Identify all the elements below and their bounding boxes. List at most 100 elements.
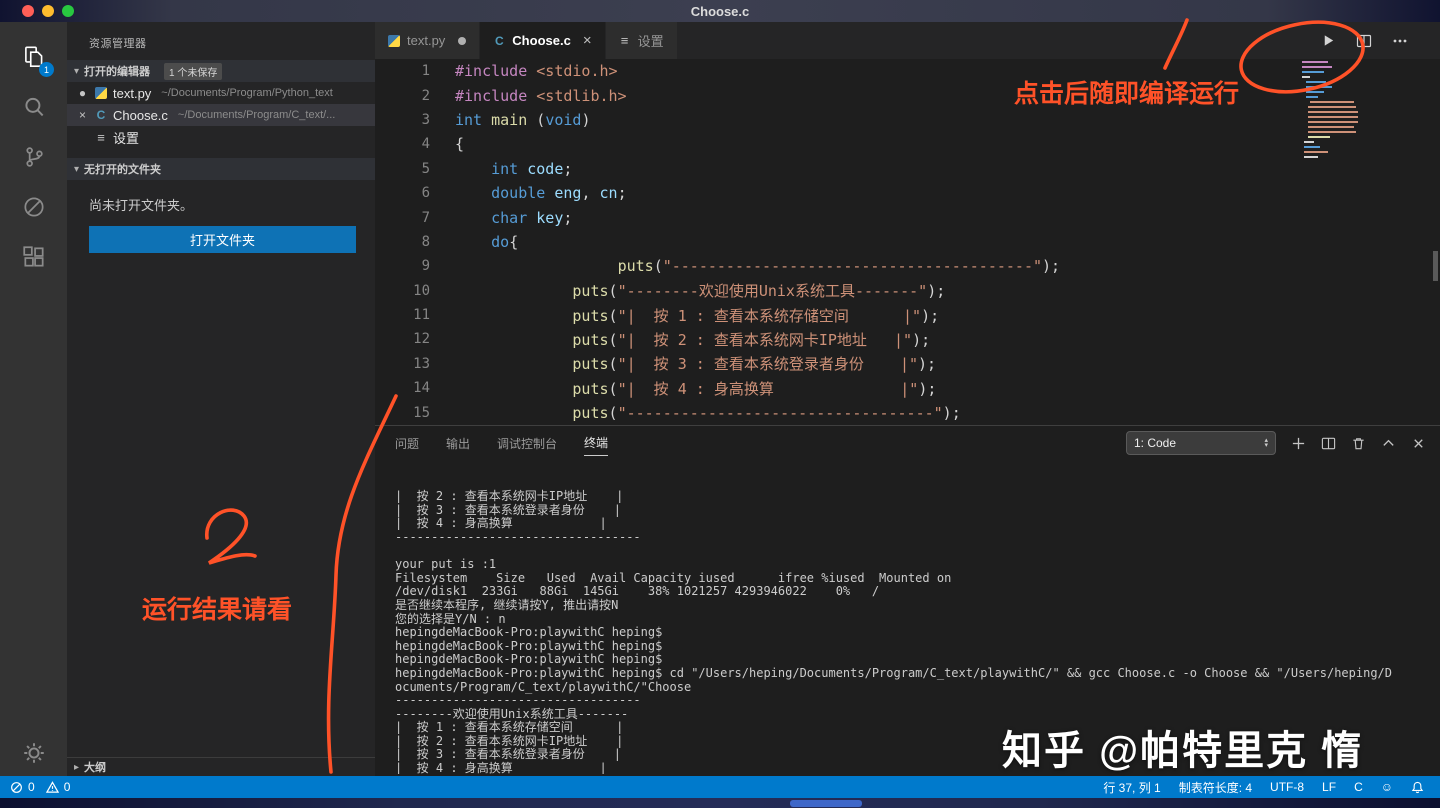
tab-choosec[interactable]: C Choose.c ×	[480, 22, 606, 59]
feedback-smiley-icon[interactable]: ☺	[1381, 780, 1393, 794]
terminal-line: Filesystem Size Used Avail Capacity iuse…	[395, 570, 952, 585]
no-folder-message: 尚未打开文件夹。	[89, 198, 194, 213]
line-number: 8	[421, 233, 430, 250]
modified-dot-icon	[458, 36, 467, 45]
terminal-line: hepingdeMacBook-Pro:playwithC heping$	[395, 638, 663, 653]
tab-label: Choose.c	[512, 33, 571, 48]
code-line[interactable]: 3 int main (void)	[375, 108, 1440, 132]
open-editor-item-choosec[interactable]: × C Choose.c ~/Documents/Program/C_text/…	[67, 104, 375, 126]
chevron-right-icon: ▸	[74, 761, 80, 773]
notifications-bell-icon[interactable]	[1411, 781, 1424, 794]
open-editor-item-textpy[interactable]: ● text.py ~/Documents/Program/Python_tex…	[67, 82, 375, 104]
code-line[interactable]: 7 char key;	[375, 205, 1440, 229]
close-panel-icon[interactable]	[1411, 436, 1426, 451]
errors-icon	[11, 781, 22, 793]
split-editor-icon[interactable]	[1356, 33, 1372, 49]
line-number: 11	[413, 307, 430, 324]
new-terminal-icon[interactable]	[1291, 436, 1306, 451]
code-line[interactable]: 8 do{	[375, 230, 1440, 254]
terminal-line: 是否继续本程序, 继续请按Y, 推出请按N	[395, 597, 619, 612]
panel-tab-debug-console[interactable]: 调试控制台	[497, 431, 557, 456]
file-path: ~/Documents/Program/C_text/...	[177, 109, 336, 121]
code-line[interactable]: 5 int code;	[375, 157, 1440, 181]
settings-file-icon: ≡	[97, 129, 105, 145]
search-icon[interactable]	[0, 82, 67, 132]
maximize-panel-icon[interactable]	[1381, 436, 1396, 451]
line-number: 1	[421, 63, 430, 80]
file-path: ~/Documents/Program/Python_text	[161, 87, 333, 99]
no-folder-header[interactable]: ▾ 无打开的文件夹	[67, 158, 375, 180]
line-number: 4	[421, 136, 430, 153]
tab-textpy[interactable]: text.py	[375, 22, 481, 59]
panel-tab-terminal[interactable]: 终端	[584, 430, 609, 456]
open-editors-label: 打开的编辑器	[84, 66, 151, 78]
kill-terminal-trash-icon[interactable]	[1351, 436, 1366, 451]
panel-tab-output[interactable]: 输出	[446, 431, 470, 456]
eol-sequence[interactable]: LF	[1322, 780, 1336, 794]
terminal-select[interactable]: 1: Code ▴ ▾	[1126, 431, 1276, 455]
line-number: 7	[421, 209, 430, 226]
tab-size[interactable]: 制表符长度: 4	[1179, 779, 1252, 796]
warning-count: 0	[63, 780, 71, 794]
code-line[interactable]: 9 puts("--------------------------------…	[375, 254, 1440, 278]
chevron-down-icon: ▾	[74, 65, 80, 77]
terminal-line: hepingdeMacBook-Pro:playwithC heping$ cd…	[395, 665, 1392, 680]
terminal-select-value: 1: Code	[1134, 436, 1177, 450]
code-editor[interactable]: 1 #include <stdio.h> 2 #include <stdlib.h> 3…	[375, 59, 1440, 425]
editor-scrollbar[interactable]	[1433, 251, 1438, 281]
code-line[interactable]: 2 #include <stdlib.h>	[375, 83, 1440, 107]
open-editor-item-settings[interactable]: ≡ 设置	[67, 126, 375, 148]
status-bar: 0 0 行 37, 列 1 制表符长度: 4 UTF-8 LF C ☺	[0, 776, 1440, 798]
code-line[interactable]: 14 puts("| 按 4 : 身高换算 |");	[375, 376, 1440, 400]
debug-icon[interactable]	[0, 182, 67, 232]
title-bar: Choose.c	[0, 0, 1440, 22]
c-file-icon: C	[96, 108, 106, 122]
python-file-icon	[388, 34, 400, 47]
minimap[interactable]	[1300, 59, 1370, 169]
more-actions-icon[interactable]	[1392, 33, 1408, 49]
explorer-icon[interactable]: 1	[0, 32, 67, 82]
terminal-line: 您的选择是Y/N : n	[395, 611, 506, 626]
close-file-icon[interactable]: ×	[76, 108, 89, 122]
settings-gear-icon[interactable]	[0, 740, 67, 766]
split-terminal-icon[interactable]	[1321, 436, 1336, 451]
vscode-window: Choose.c 1 资源管理器 ▾ 打开的编辑器 1 个未保存 ● text.…	[0, 0, 1440, 808]
editor-tab-bar: text.py C Choose.c × ≡ 设置	[375, 22, 1440, 59]
python-file-icon	[95, 87, 107, 99]
outline-label: 大纲	[84, 762, 107, 774]
code-line[interactable]: 10 puts("--------欢迎使用Unix系统工具-------");	[375, 279, 1440, 303]
outline-section-header[interactable]: ▸ 大纲	[67, 757, 375, 776]
open-folder-button[interactable]: 打开文件夹	[89, 226, 356, 253]
problems-status[interactable]: 0 0	[10, 780, 70, 794]
macos-dock-strip	[0, 798, 1440, 808]
source-control-icon[interactable]	[0, 132, 67, 182]
code-line[interactable]: 11 puts("| 按 1 : 查看本系统存储空间 |");	[375, 303, 1440, 327]
line-number: 5	[421, 160, 430, 177]
warnings-icon	[45, 780, 59, 793]
code-line[interactable]: 1 #include <stdio.h>	[375, 59, 1440, 83]
dock-highlight	[790, 800, 862, 807]
terminal-line: | 按 2 : 查看本系统网卡IP地址 |	[395, 489, 624, 504]
code-line[interactable]: 15 puts("-------------------------------…	[375, 400, 1440, 424]
tab-settings[interactable]: ≡ 设置	[605, 22, 678, 59]
extensions-icon[interactable]	[0, 232, 67, 282]
tab-label: text.py	[407, 33, 446, 48]
encoding[interactable]: UTF-8	[1270, 780, 1304, 794]
run-button[interactable]	[1321, 33, 1336, 48]
language-mode[interactable]: C	[1354, 780, 1363, 794]
code-line[interactable]: 12 puts("| 按 2 : 查看本系统网卡IP地址 |");	[375, 327, 1440, 351]
annotation-compile-note: 点击后随即编译运行	[1014, 80, 1240, 108]
code-line[interactable]: 4{	[375, 132, 1440, 156]
close-window-button[interactable]	[22, 5, 34, 17]
terminal-line: your put is :1	[395, 557, 497, 572]
file-name: Choose.c	[113, 107, 168, 123]
code-line[interactable]: 13 puts("| 按 3 : 查看本系统登录者身份 |");	[375, 352, 1440, 376]
minimize-window-button[interactable]	[42, 5, 54, 17]
terminal-line: ----------------------------------	[395, 529, 641, 544]
code-line[interactable]: 6 double eng, cn;	[375, 181, 1440, 205]
close-tab-icon[interactable]: ×	[583, 32, 592, 49]
cursor-position[interactable]: 行 37, 列 1	[1103, 779, 1160, 796]
zoom-window-button[interactable]	[62, 5, 74, 17]
panel-tab-problems[interactable]: 问题	[395, 431, 419, 456]
open-editors-header[interactable]: ▾ 打开的编辑器 1 个未保存	[67, 60, 375, 82]
